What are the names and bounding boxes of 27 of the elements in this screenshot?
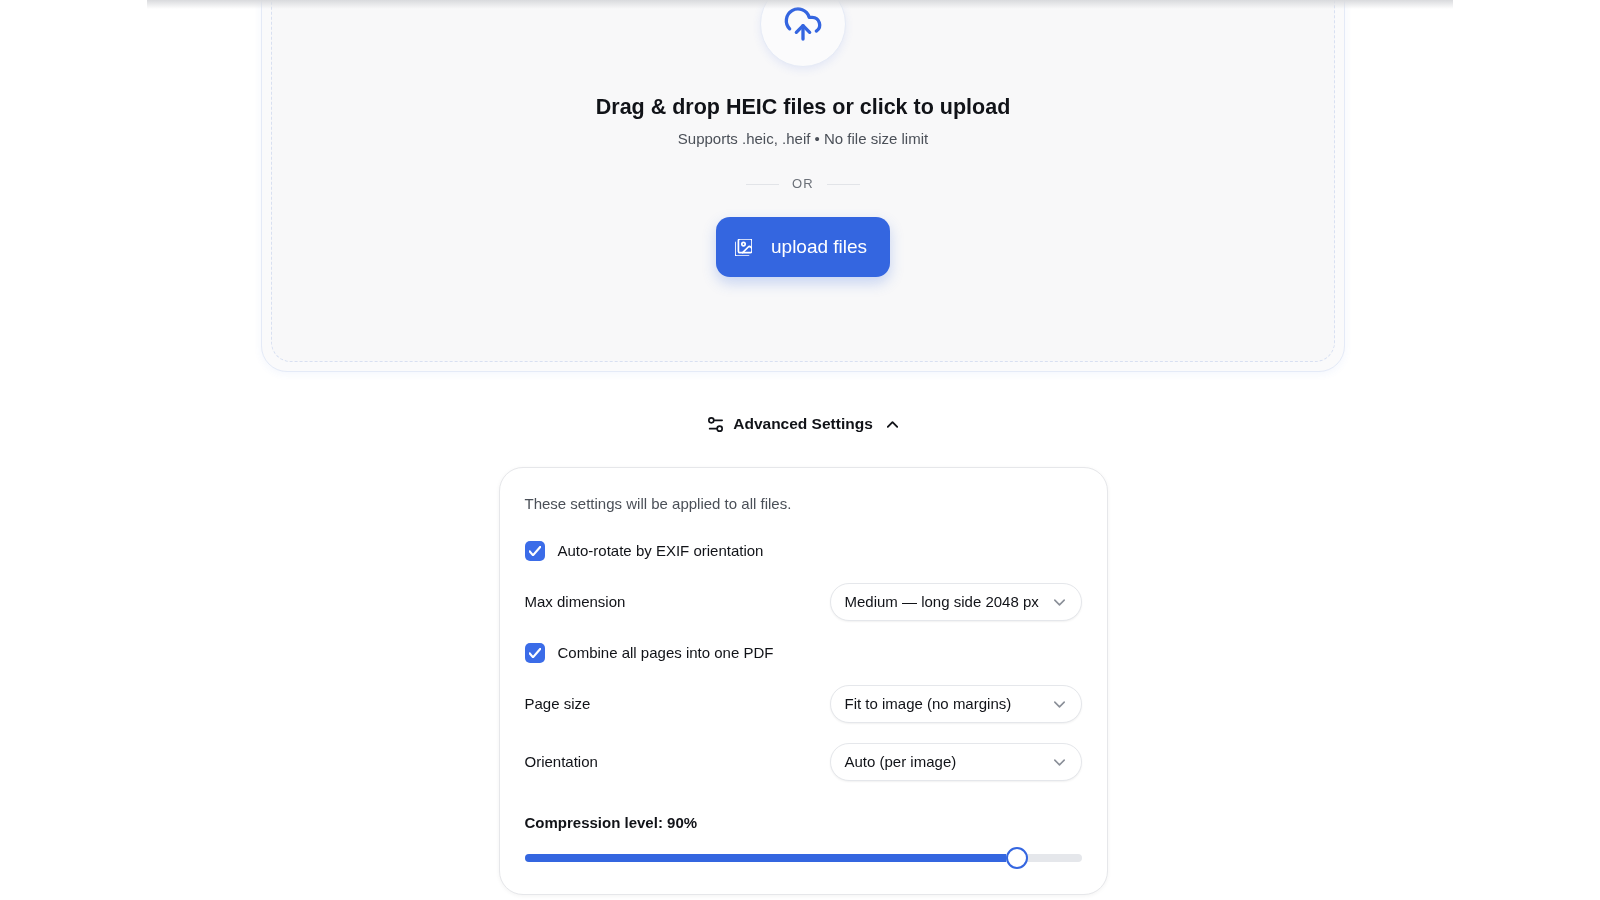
slider-label: Compression level: 90% — [524, 813, 699, 833]
chevron-down-icon — [1053, 700, 1065, 708]
check-icon — [528, 648, 541, 658]
upload-files-button[interactable]: upload files — [716, 217, 890, 277]
images-icon — [735, 238, 752, 256]
chevron-down-icon — [1053, 598, 1065, 606]
field-label: Max dimension — [524, 592, 626, 612]
upload-subtitle: Supports .heic, .heif • No file size limit — [677, 129, 929, 149]
advanced-settings-toggle[interactable]: Advanced Settings — [708, 412, 898, 436]
cloud-upload-icon — [760, 0, 846, 67]
checkbox[interactable] — [524, 643, 545, 663]
chevron-down-icon — [1053, 758, 1065, 766]
drop-zone[interactable]: Drag & drop HEIC files or click to upload Supports .heic, .heif • No file size limit OR upload files — [271, 0, 1335, 362]
divider-label: OR — [791, 176, 815, 192]
slider-thumb[interactable] — [1006, 847, 1028, 869]
field-label: Orientation — [524, 752, 598, 772]
upload-heading: Drag & drop HEIC files or click to upload — [595, 94, 1011, 121]
dropdown[interactable]: Medium — long side 2048 px — [829, 583, 1082, 621]
field-label: Page size — [524, 694, 591, 714]
checkbox-label: Combine all pages into one PDF — [557, 643, 774, 663]
checkbox-label: Auto-rotate by EXIF orientation — [557, 541, 764, 561]
dropdown[interactable]: Fit to image (no margins) — [829, 685, 1082, 723]
sliders-icon — [708, 416, 724, 432]
settings-description: These settings will be applied to all files. — [524, 494, 793, 514]
dropdown[interactable]: Auto (per image) — [829, 743, 1082, 781]
check-icon — [528, 546, 541, 556]
checkbox[interactable] — [524, 541, 545, 561]
